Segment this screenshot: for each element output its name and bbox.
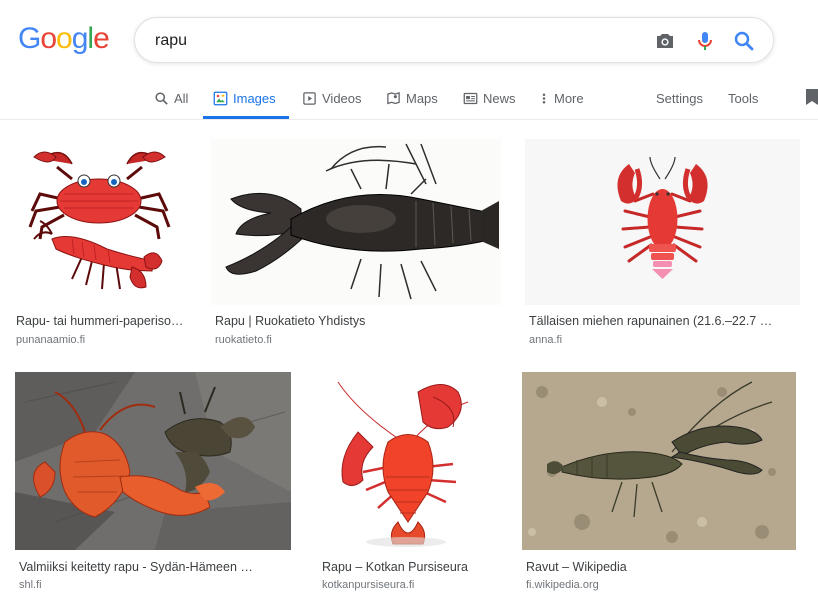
result-source: kotkanpursiseura.fi: [322, 579, 415, 591]
tab-label: Settings: [656, 90, 703, 106]
image-result[interactable]: Tällaisen miehen rapunainen (21.6.–22.7 …: [525, 139, 800, 349]
image-result[interactable]: Valmiiksi keitetty rapu - Sydän-Hämeen ……: [15, 372, 291, 594]
image-result[interactable]: Rapu | Ruokatieto Yhdistys ruokatieto.fi: [211, 139, 501, 349]
video-icon: [303, 91, 316, 105]
google-logo[interactable]: Google: [18, 22, 110, 56]
news-icon: [463, 92, 478, 104]
result-caption[interactable]: Rapu- tai hummeri-paperiso…: [16, 314, 186, 328]
search-input[interactable]: [155, 30, 635, 52]
logo-letter: G: [18, 22, 41, 55]
result-source: shl.fi: [19, 579, 42, 591]
tab-label: More: [554, 90, 584, 106]
image-result[interactable]: Rapu – Kotkan Pursiseura kotkanpursiseur…: [318, 372, 495, 594]
logo-letter: g: [71, 22, 89, 55]
result-source: ruokatieto.fi: [215, 334, 272, 346]
result-caption[interactable]: Valmiiksi keitetty rapu - Sydän-Hämeen …: [19, 560, 289, 574]
image-icon: [213, 91, 228, 105]
tab-label: Images: [233, 90, 276, 106]
tab-images[interactable]: Images: [213, 78, 276, 118]
map-icon: [387, 91, 400, 104]
tab-more[interactable]: More: [539, 78, 584, 118]
result-caption[interactable]: Tällaisen miehen rapunainen (21.6.–22.7 …: [529, 314, 799, 328]
tab-label: Maps: [406, 90, 438, 106]
result-caption[interactable]: Ravut – Wikipedia: [526, 560, 794, 574]
logo-letter: o: [56, 22, 73, 55]
header: Google All: [0, 0, 818, 120]
result-thumbnail[interactable]: [12, 139, 187, 305]
bookmark-icon[interactable]: [806, 89, 818, 105]
result-thumbnail[interactable]: [15, 372, 291, 550]
tab-maps[interactable]: Maps: [386, 78, 438, 118]
result-thumbnail[interactable]: [211, 139, 501, 305]
result-source: anna.fi: [529, 334, 563, 346]
active-tab-indicator: [203, 116, 289, 119]
tab-news[interactable]: News: [463, 78, 516, 118]
result-source: punanaamio.fi: [16, 334, 86, 346]
tab-label: News: [483, 90, 516, 106]
crab-lobster-image: [28, 151, 171, 290]
more-vert-icon: [542, 93, 546, 103]
logo-letter: o: [40, 22, 57, 55]
result-thumbnail[interactable]: [522, 372, 796, 550]
tab-all[interactable]: All: [154, 78, 188, 118]
red-crayfish-image: [318, 372, 495, 550]
search-box: [134, 17, 774, 63]
result-caption[interactable]: Rapu | Ruokatieto Yhdistys: [215, 314, 499, 328]
tab-label: All: [174, 90, 189, 106]
microphone-icon[interactable]: [693, 29, 717, 53]
crayfish-on-sand-image: [522, 372, 796, 550]
tab-videos[interactable]: Videos: [302, 78, 362, 118]
tab-label: Videos: [322, 90, 362, 106]
cooked-crayfish-image: [15, 372, 291, 550]
search-tabs: All Images Videos Maps News More Setting…: [0, 78, 818, 120]
search-icon: [155, 91, 168, 105]
camera-icon[interactable]: [653, 29, 677, 53]
tab-label: Tools: [728, 90, 759, 106]
result-thumbnail[interactable]: [525, 139, 800, 305]
lobster-icon-image: [525, 139, 800, 305]
result-source: fi.wikipedia.org: [526, 579, 599, 591]
tab-settings[interactable]: Settings: [656, 78, 703, 118]
logo-letter: e: [93, 22, 110, 55]
image-result[interactable]: Rapu- tai hummeri-paperiso… punanaamio.f…: [12, 139, 188, 349]
result-thumbnail[interactable]: [318, 372, 495, 550]
image-result[interactable]: Ravut – Wikipedia fi.wikipedia.org: [522, 372, 796, 594]
search-icon[interactable]: [732, 29, 756, 53]
result-caption[interactable]: Rapu – Kotkan Pursiseura: [322, 560, 494, 574]
dark-crayfish-image: [211, 139, 501, 305]
tab-tools[interactable]: Tools: [728, 78, 758, 118]
